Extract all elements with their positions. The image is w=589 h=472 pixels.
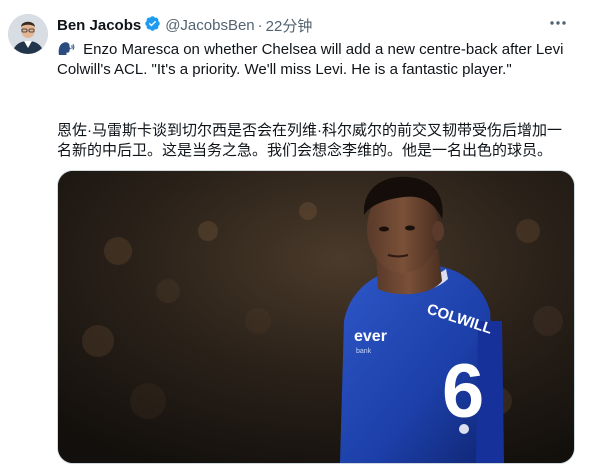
tweet-header: Ben Jacobs @JacobsBen · 22分钟 <box>57 15 312 35</box>
avatar[interactable] <box>8 14 48 54</box>
tweet-text-line-1: Enzo Maresca on whether Chelsea will add… <box>57 40 577 60</box>
jersey-number: 6 <box>442 349 484 434</box>
tweet-text-en-1: Enzo Maresca on whether Chelsea will add… <box>83 41 564 58</box>
tweet-card[interactable]: Ben Jacobs @JacobsBen · 22分钟 Enzo Maresc… <box>0 0 589 472</box>
translation-line-1: 恩佐·马雷斯卡谈到切尔西是否会在列维·科尔威尔的前交叉韧带受伤后增加一 <box>57 122 562 139</box>
more-options-icon[interactable] <box>547 12 569 34</box>
sponsor-sub: bank <box>356 348 372 355</box>
timestamp[interactable]: 22分钟 <box>266 15 313 36</box>
tweet-text-en-2: Colwill's ACL. "It's a priority. We'll m… <box>57 61 512 78</box>
tweet-image[interactable]: ever bank COLWILL 6 <box>57 170 575 464</box>
speaking-head-emoji-icon <box>57 41 83 58</box>
separator-dot: · <box>257 16 263 34</box>
verified-badge-icon <box>141 15 161 36</box>
author-name[interactable]: Ben Jacobs <box>57 17 141 34</box>
sponsor-logo: ever <box>354 328 387 345</box>
author-handle[interactable]: @JacobsBen <box>165 17 254 34</box>
translation-line-2: 名新的中后卫。这是当务之急。我们会想念李维的。他是一名出色的球员。 <box>57 142 553 159</box>
